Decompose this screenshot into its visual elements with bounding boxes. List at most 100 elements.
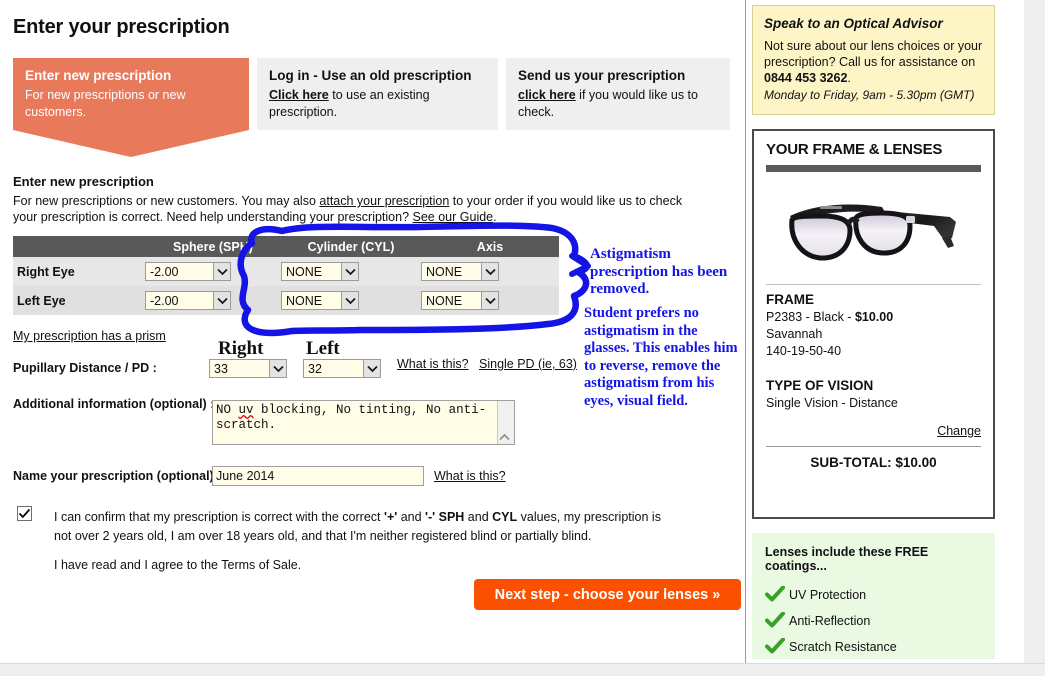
chevron-down-icon	[481, 292, 498, 309]
type-of-vision-value: Single Vision - Distance	[766, 396, 898, 410]
attach-prescription-link[interactable]: attach your prescription	[319, 194, 449, 208]
intro-text-part1: For new prescriptions or new customers. …	[13, 194, 320, 208]
prescription-page: Enter your prescription Enter new prescr…	[0, 0, 1045, 676]
rx-header-axis: Axis	[421, 236, 559, 257]
optical-advisor-heading: Speak to an Optical Advisor	[764, 16, 943, 31]
right-eye-cylinder-select[interactable]: NONE	[281, 262, 359, 281]
left-eye-axis-select[interactable]: NONE	[421, 291, 499, 310]
additional-information-label: Additional information (optional) :	[13, 397, 215, 411]
frame-divider	[766, 284, 981, 285]
right-eye-cylinder-value: NONE	[286, 265, 323, 279]
right-eye-cylinder-cell: NONE	[281, 257, 421, 286]
list-item: Scratch Resistance	[765, 634, 982, 660]
table-row-left-eye: Left Eye -2.00 NONE NONE	[13, 286, 559, 315]
single-pd-link[interactable]: Single PD (ie, 63)	[479, 357, 577, 371]
right-eye-axis-select[interactable]: NONE	[421, 262, 499, 281]
confirm-cyl: CYL	[492, 510, 518, 524]
chevron-down-icon	[213, 263, 230, 280]
prism-link[interactable]: My prescription has a prism	[13, 329, 166, 343]
tab-send-us-prescription[interactable]: Send us your prescription click here if …	[506, 58, 730, 130]
check-icon	[765, 611, 789, 631]
addl-text-post: blocking, No tinting, No anti-scratch.	[216, 403, 487, 432]
optical-advisor-hours: Monday to Friday, 9am - 5.30pm (GMT)	[764, 88, 975, 102]
page-bottom-strip	[0, 663, 1045, 676]
textarea-scrollbar[interactable]	[497, 401, 514, 444]
tab-login-sub: Click here to use an existing prescripti…	[269, 87, 486, 121]
right-eye-sphere-select[interactable]: -2.00	[145, 262, 231, 281]
additional-information-textarea[interactable]: NO uv blocking, No tinting, No anti-scra…	[212, 400, 515, 445]
right-eye-sphere-value: -2.00	[150, 265, 179, 279]
left-eye-cylinder-cell: NONE	[281, 286, 421, 315]
chevron-down-icon	[269, 360, 286, 377]
main-content-column: Enter your prescription Enter new prescr…	[0, 0, 745, 663]
left-eye-sphere-value: -2.00	[150, 294, 179, 308]
table-row-right-eye: Right Eye -2.00 NONE NONE	[13, 257, 559, 286]
left-eye-label: Left Eye	[13, 286, 145, 315]
left-eye-cylinder-value: NONE	[286, 294, 323, 308]
right-eye-axis-cell: NONE	[421, 257, 559, 286]
name-what-is-this-link[interactable]: What is this?	[434, 469, 506, 483]
left-eye-cylinder-select[interactable]: NONE	[281, 291, 359, 310]
advisor-body-a: Not sure about our lens choices or your …	[764, 39, 983, 69]
frame-measurements: 140-19-50-40	[766, 344, 842, 358]
page-title: Enter your prescription	[13, 16, 230, 38]
confirm-text-c: and	[464, 510, 493, 524]
annotation-note-2: Student prefers no astigmatism in the gl…	[584, 305, 738, 409]
name-prescription-input[interactable]: June 2014	[212, 466, 424, 486]
check-icon	[765, 585, 789, 605]
name-prescription-label: Name your prescription (optional) :	[13, 469, 222, 483]
confirm-text-a: I can confirm that my prescription is co…	[54, 510, 384, 524]
login-click-here-link[interactable]: Click here	[269, 88, 329, 102]
pd-right-select[interactable]: 33	[209, 359, 287, 378]
intro-text-part3: .	[493, 210, 497, 224]
confirm-text-b: and	[397, 510, 426, 524]
eyeglasses-image	[788, 204, 956, 261]
rx-header-sphere: Sphere (SPH)	[145, 236, 281, 257]
chevron-down-icon	[341, 292, 358, 309]
pd-right-value: 33	[214, 362, 228, 376]
type-of-vision-heading: TYPE OF VISION	[766, 378, 874, 393]
send-click-here-link[interactable]: click here	[518, 88, 576, 102]
confirm-plus-sign: '+'	[383, 510, 398, 524]
your-frame-and-lenses-panel: YOUR FRAME & LENSES FRAME P2383 - Black …	[752, 129, 995, 519]
coating-label: UV Protection	[789, 588, 867, 602]
pd-left-select[interactable]: 32	[303, 359, 381, 378]
prescription-table-header-row: Sphere (SPH) Cylinder (CYL) Axis	[13, 236, 559, 257]
tab-login-old-prescription[interactable]: Log in - Use an old prescription Click h…	[257, 58, 498, 130]
left-eye-sphere-cell: -2.00	[145, 286, 281, 315]
frame-product-image	[766, 172, 981, 280]
chevron-down-icon	[481, 263, 498, 280]
pd-what-is-this-link[interactable]: What is this?	[397, 357, 469, 371]
check-icon	[765, 637, 789, 657]
optical-advisor-body: Not sure about our lens choices or your …	[764, 38, 983, 86]
change-vision-link[interactable]: Change	[766, 424, 981, 438]
rx-header-blank	[13, 236, 145, 257]
prescription-method-tabs: Enter new prescription For new prescript…	[13, 58, 730, 157]
optical-advisor-box: Speak to an Optical Advisor Not sure abo…	[752, 5, 995, 115]
intro-paragraph: For new prescriptions or new customers. …	[13, 193, 688, 225]
intro-block: Enter new prescription For new prescript…	[13, 174, 733, 225]
tab-send-title: Send us your prescription	[518, 68, 686, 83]
scroll-up-icon[interactable]	[498, 402, 514, 444]
advisor-phone-number: 0844 453 3262	[764, 71, 848, 85]
addl-text-pre: NO	[216, 403, 239, 417]
page-right-gutter	[1024, 0, 1045, 663]
tab-enter-new-prescription[interactable]: Enter new prescription For new prescript…	[13, 58, 249, 157]
intro-heading: Enter new prescription	[13, 174, 154, 189]
next-step-button[interactable]: Next step - choose your lenses »	[474, 579, 741, 610]
frame-price: $10.00	[854, 310, 894, 324]
confirm-statement: I can confirm that my prescription is co…	[54, 508, 674, 546]
frame-heading: FRAME	[766, 292, 814, 307]
pupillary-distance-label: Pupillary Distance / PD :	[13, 361, 157, 375]
left-eye-sphere-select[interactable]: -2.00	[145, 291, 231, 310]
frame-model-name: P2383 - Black -	[766, 310, 855, 324]
confirm-checkbox[interactable]	[17, 506, 32, 521]
tab-enter-new-prescription-title: Enter new prescription	[25, 68, 172, 83]
prescription-table: Sphere (SPH) Cylinder (CYL) Axis Right E…	[13, 236, 559, 315]
pd-right-heading: Right	[218, 338, 264, 359]
addl-text-misspelled: uv	[238, 403, 254, 417]
tab-login-title: Log in - Use an old prescription	[269, 68, 472, 83]
chevron-down-icon	[213, 292, 230, 309]
pd-left-heading: Left	[306, 338, 340, 359]
see-our-guide-link[interactable]: See our Guide	[413, 210, 494, 224]
